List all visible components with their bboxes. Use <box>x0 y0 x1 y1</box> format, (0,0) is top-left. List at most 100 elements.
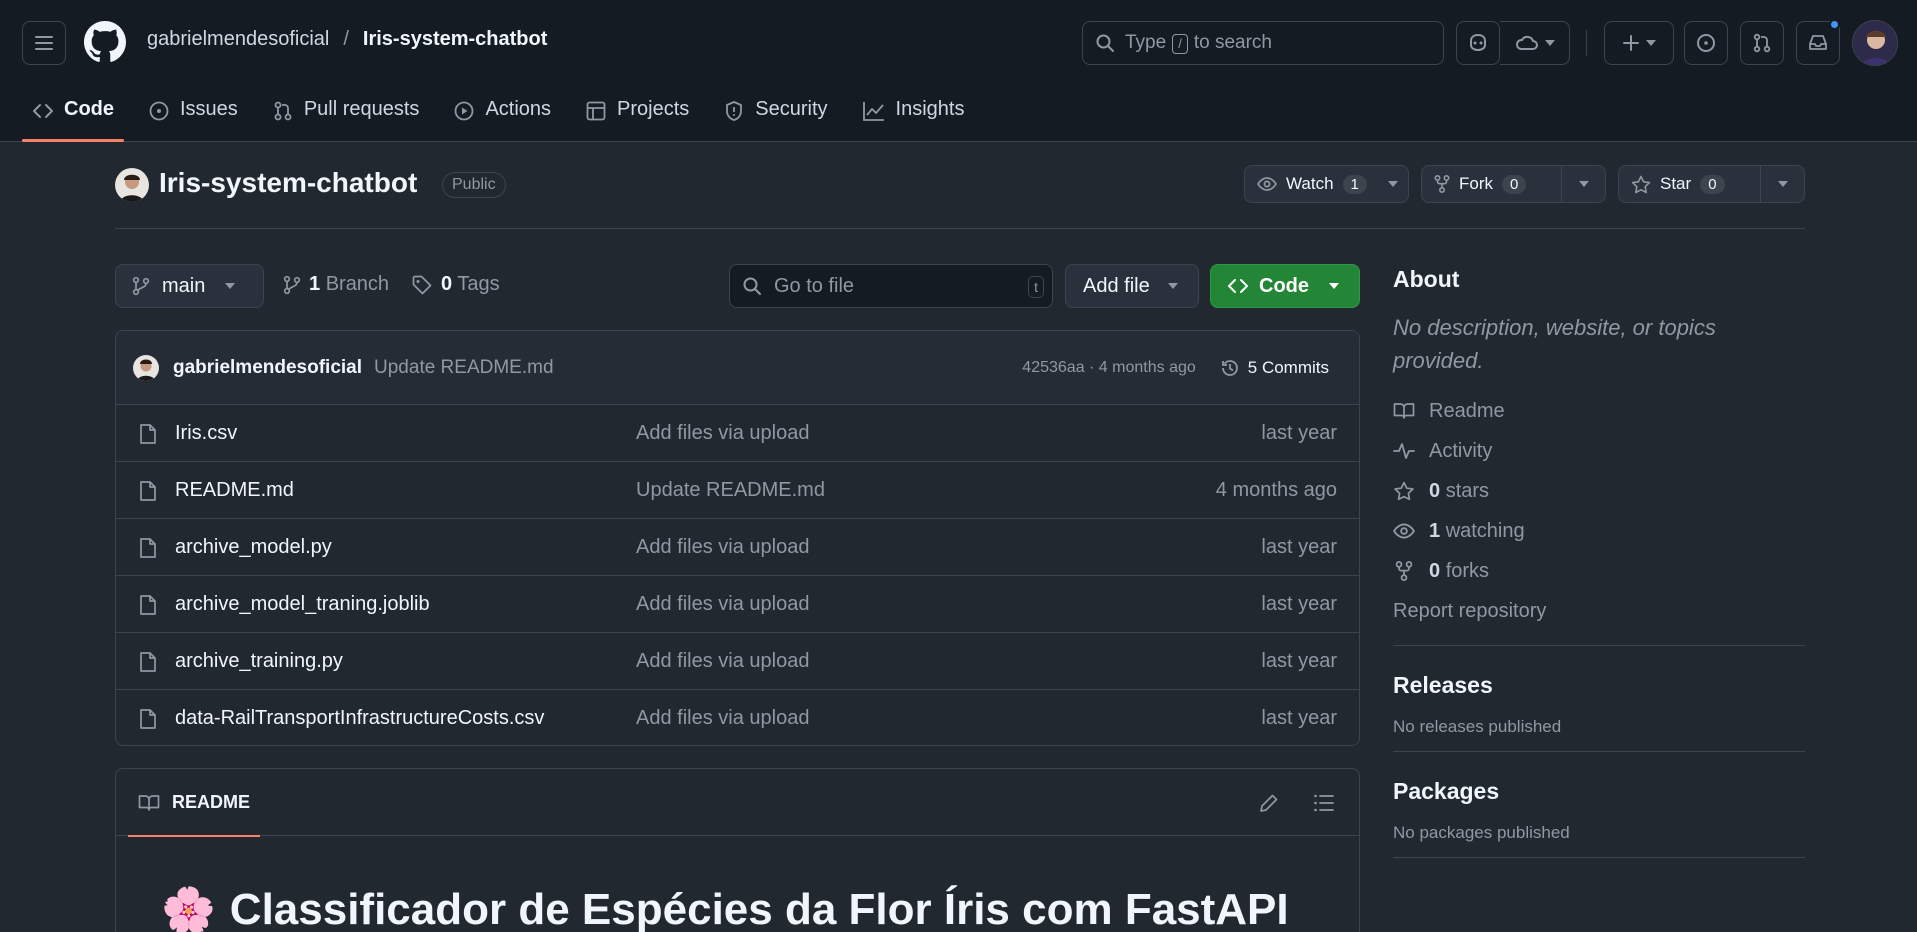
forks-label: forks <box>1445 559 1490 582</box>
breadcrumb-owner[interactable]: gabrielmendesoficial <box>147 28 329 51</box>
branch-name: main <box>162 274 206 297</box>
file-name[interactable]: archive_model_traning.joblib <box>175 593 430 616</box>
book-icon <box>138 794 160 811</box>
watchers-link[interactable]: 1 watching <box>1393 511 1805 551</box>
pull-requests-shortcut-button[interactable] <box>1740 21 1784 65</box>
table-row[interactable]: archive_training.py Add files via upload… <box>116 633 1359 690</box>
github-mark-icon <box>84 21 126 62</box>
file-icon <box>140 709 156 729</box>
file-commit-message[interactable]: Add files via upload <box>636 422 809 445</box>
file-commit-message[interactable]: Add files via upload <box>636 536 809 559</box>
chevron-down-icon <box>1578 181 1589 187</box>
latest-commit: gabrielmendesoficial Update README.md 42… <box>116 331 1359 405</box>
file-name[interactable]: Iris.csv <box>175 422 237 445</box>
tab-insights[interactable]: Insights <box>852 88 975 142</box>
watch-menu[interactable] <box>1379 166 1407 202</box>
branch-selector[interactable]: main <box>115 264 264 308</box>
commit-message[interactable]: Update README.md <box>374 357 554 379</box>
tab-security[interactable]: Security <box>713 88 837 142</box>
code-button-label: Code <box>1259 274 1309 297</box>
breadcrumb-separator: / <box>343 28 349 50</box>
create-new-button[interactable] <box>1604 21 1674 65</box>
branches-link[interactable]: 1 Branch <box>283 273 389 296</box>
commits-link[interactable]: 5 Commits <box>1220 358 1329 378</box>
watching-count: 1 <box>1429 519 1441 542</box>
watch-button[interactable]: Watch 1 <box>1244 165 1409 203</box>
code-icon <box>33 104 53 118</box>
go-to-file-shortcut: t <box>1028 276 1044 298</box>
tab-actions[interactable]: Actions <box>443 88 561 142</box>
go-to-file-input[interactable]: Go to file t <box>729 264 1053 308</box>
releases-heading[interactable]: Releases <box>1393 672 1805 699</box>
about-description: No description, website, or topics provi… <box>1393 315 1716 373</box>
user-avatar[interactable] <box>1852 20 1898 66</box>
pulse-icon <box>1393 443 1415 459</box>
file-commit-message[interactable]: Add files via upload <box>636 593 809 616</box>
edit-readme-button[interactable] <box>1258 792 1280 814</box>
avatar-image <box>133 354 159 381</box>
issues-shortcut-button[interactable] <box>1684 21 1728 65</box>
branch-label: Branch <box>325 273 390 295</box>
repo-owner-avatar[interactable] <box>115 168 149 202</box>
add-file-button[interactable]: Add file <box>1065 264 1199 308</box>
file-name[interactable]: README.md <box>175 479 294 502</box>
table-row[interactable]: data-RailTransportInfrastructureCosts.cs… <box>116 690 1359 745</box>
table-row[interactable]: Iris.csv Add files via upload last year <box>116 405 1359 462</box>
copilot-button[interactable] <box>1456 21 1500 65</box>
avatar-image <box>115 168 149 202</box>
file-commit-message[interactable]: Update README.md <box>636 479 825 502</box>
code-dropdown-button[interactable]: Code <box>1210 264 1360 308</box>
visibility-badge: Public <box>442 172 506 198</box>
stars-count: 0 <box>1429 479 1441 502</box>
file-name[interactable]: archive_training.py <box>175 650 343 673</box>
tag-icon <box>412 275 432 294</box>
stars-link[interactable]: 0 stars <box>1393 471 1805 511</box>
tab-label: Code <box>64 98 114 120</box>
tab-pull-requests[interactable]: Pull requests <box>262 88 430 142</box>
file-commit-message[interactable]: Add files via upload <box>636 650 809 673</box>
commit-author-avatar[interactable] <box>133 354 159 381</box>
fork-icon <box>1395 561 1413 581</box>
search-input[interactable]: Type / to search <box>1082 21 1444 65</box>
search-icon <box>1096 34 1114 52</box>
table-row[interactable]: README.md Update README.md 4 months ago <box>116 462 1359 519</box>
forks-link[interactable]: 0 forks <box>1393 551 1805 591</box>
repo-title[interactable]: Iris-system-chatbot <box>159 167 417 199</box>
copilot-menu-button[interactable] <box>1500 21 1570 65</box>
star-button[interactable]: Star 0 <box>1618 165 1805 203</box>
issue-icon <box>149 101 169 121</box>
table-row[interactable]: archive_model.py Add files via upload la… <box>116 519 1359 576</box>
tab-readme[interactable]: README <box>128 769 261 837</box>
readme-heading-text: Classificador de Espécies da Flor Íris c… <box>229 885 1289 932</box>
github-logo[interactable] <box>84 21 126 63</box>
sidebar-divider <box>1393 857 1805 858</box>
tab-code[interactable]: Code <box>22 88 124 142</box>
commit-author[interactable]: gabrielmendesoficial <box>173 357 362 379</box>
file-name[interactable]: archive_model.py <box>175 536 332 559</box>
go-to-file-placeholder: Go to file <box>774 274 855 297</box>
readme-tab-label: README <box>172 792 251 812</box>
branch-count: 1 <box>309 273 321 295</box>
menu-button[interactable] <box>22 21 66 65</box>
activity-link[interactable]: Activity <box>1393 431 1805 471</box>
fork-button[interactable]: Fork 0 <box>1421 165 1606 203</box>
star-lists-menu[interactable] <box>1760 166 1804 202</box>
table-row[interactable]: archive_model_traning.joblib Add files v… <box>116 576 1359 633</box>
tab-issues[interactable]: Issues <box>138 88 248 142</box>
readme-link[interactable]: Readme <box>1393 391 1805 431</box>
chevron-down-icon <box>1329 283 1339 289</box>
tags-link[interactable]: 0 Tags <box>411 273 500 296</box>
fork-menu[interactable] <box>1561 166 1605 202</box>
list-icon <box>1314 794 1334 812</box>
forks-count: 0 <box>1429 559 1441 582</box>
file-name[interactable]: data-RailTransportInfrastructureCosts.cs… <box>175 707 544 730</box>
packages-heading[interactable]: Packages <box>1393 778 1805 805</box>
breadcrumb: gabrielmendesoficial / Iris-system-chatb… <box>147 28 547 51</box>
sidebar: About No description, website, or topics… <box>1393 266 1805 884</box>
outline-button[interactable] <box>1313 792 1335 814</box>
breadcrumb-repo[interactable]: Iris-system-chatbot <box>363 28 548 51</box>
report-repository-link[interactable]: Report repository <box>1393 591 1805 631</box>
tab-projects[interactable]: Projects <box>575 88 699 142</box>
file-commit-message[interactable]: Add files via upload <box>636 707 809 730</box>
commit-hash-time[interactable]: 42536aa · 4 months ago <box>1022 359 1195 377</box>
